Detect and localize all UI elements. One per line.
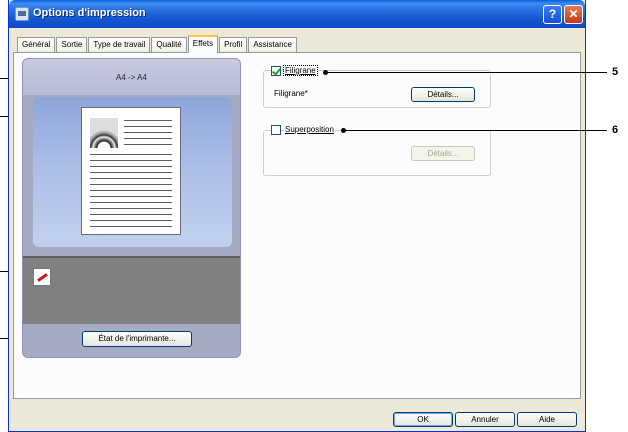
callout-line-5 [327,72,607,73]
cancel-button[interactable]: Annuler [455,412,515,427]
print-options-dialog: Options d'impression ? ✕ Général Sortie … [8,0,586,432]
printer-status-icon[interactable] [33,268,51,286]
aide-button[interactable]: Aide [517,412,577,427]
text-line [90,178,172,179]
text-line [90,196,172,197]
text-line [90,220,172,221]
page-preview-area [33,97,232,247]
tab-profil[interactable]: Profil [219,37,248,53]
window-title: Options d'impression [33,7,146,19]
title-bar: Options d'impression ? ✕ [9,0,585,28]
ok-button[interactable]: OK [393,412,453,427]
tab-assistance[interactable]: Assistance [248,37,297,53]
callout-line-6 [345,130,607,131]
watermark-checkbox[interactable] [271,66,281,76]
text-line [90,154,172,155]
text-line [124,120,172,121]
text-line [90,160,172,161]
text-line [90,214,172,215]
text-line [90,202,172,203]
printer-status-button[interactable]: État de l'imprimante... [82,331,192,347]
close-button[interactable]: ✕ [564,5,583,24]
text-line [124,126,172,127]
callout-number-5: 5 [612,66,619,78]
watermark-value: Filigrane* [273,89,309,98]
text-line [124,144,172,145]
overlay-checkbox-label[interactable]: Superposition [284,125,335,134]
tab-type-de-travail[interactable]: Type de travail [88,37,151,53]
tab-strip: Général Sortie Type de travail Qualité E… [17,35,298,53]
tab-effets[interactable]: Effets [187,35,219,53]
paper-size-strip: A4 -> A4 [23,59,240,95]
text-line [90,172,172,173]
paper-size-label: A4 -> A4 [116,73,147,82]
watermark-thumbnail [90,118,118,148]
text-line [124,138,172,139]
text-line [124,132,172,133]
printer-icon [15,7,29,21]
text-line [90,166,172,167]
tab-general[interactable]: Général [17,37,56,53]
watermark-details-button[interactable]: Détails... [411,87,475,102]
page-preview [81,107,181,235]
tab-qualite[interactable]: Qualité [151,37,187,53]
text-line [90,208,172,209]
callout-number-6: 6 [612,124,619,136]
watermark-checkbox-label[interactable]: Filigrane [283,65,318,76]
text-line [90,190,172,191]
text-line [90,184,172,185]
help-button[interactable]: ? [543,5,562,24]
overlay-checkbox[interactable] [271,125,281,135]
text-line [90,226,172,227]
printer-status-area [23,256,240,324]
overlay-details-button[interactable]: Détails... [411,146,475,161]
preview-pane: A4 -> A4 État de l'imprimante... [22,58,241,358]
tab-sortie[interactable]: Sortie [56,37,88,53]
